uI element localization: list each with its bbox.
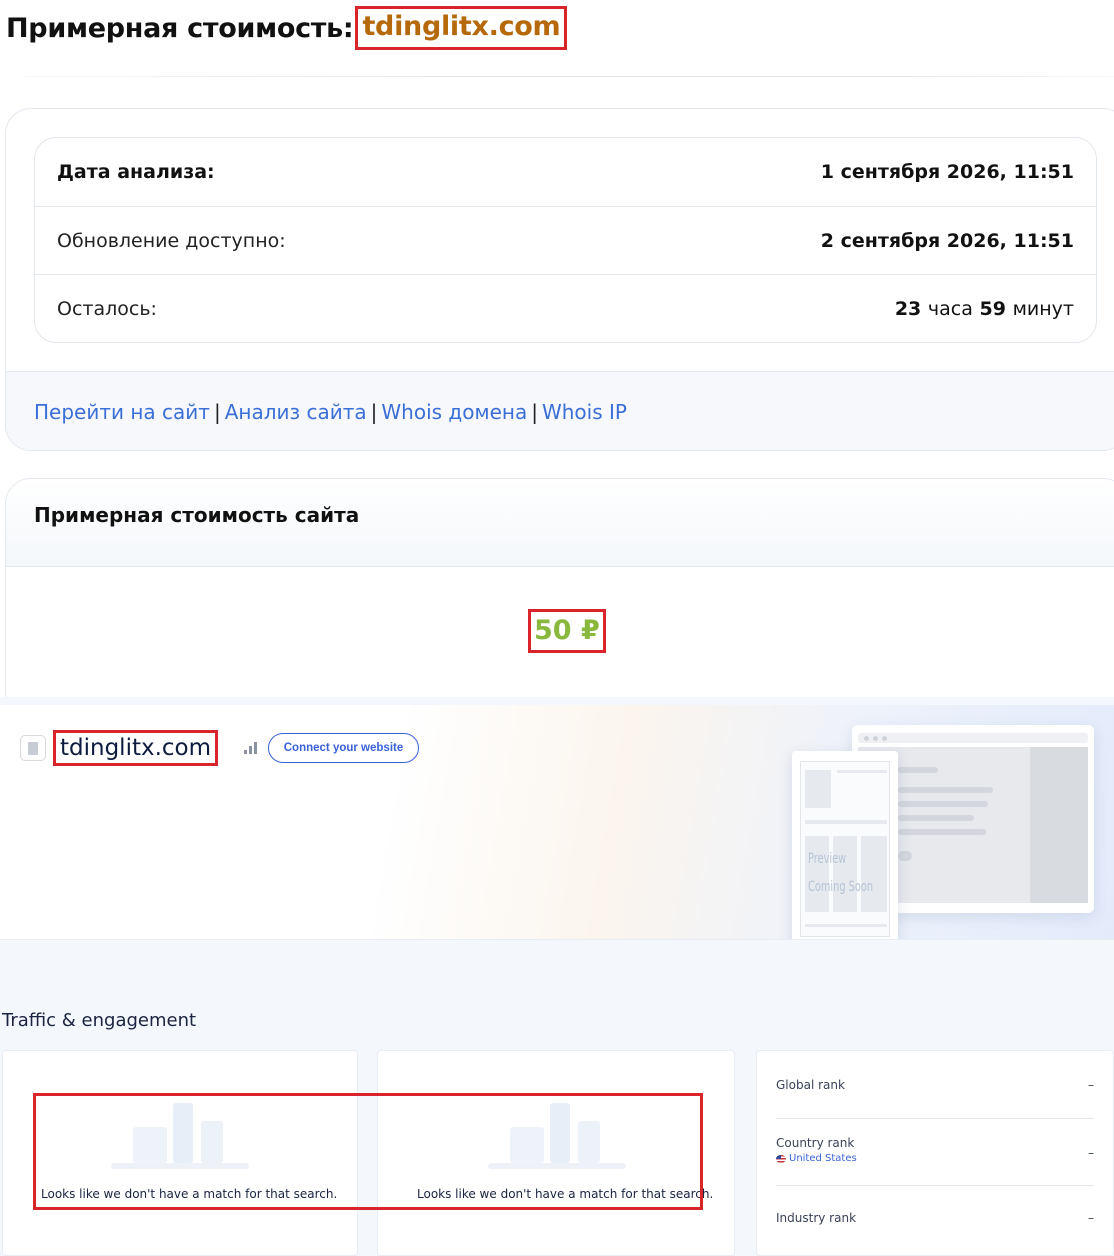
valuation-price: 50 ₽: [528, 609, 606, 653]
link-site-analysis[interactable]: Анализ сайта: [225, 400, 367, 424]
page-title: Примерная стоимость: tdinglitx.com: [6, 6, 568, 50]
industry-rank-value: –: [1088, 1211, 1094, 1225]
us-flag-icon: [776, 1154, 786, 1163]
site-overview-panel: tdinglitx.com Connect your website Previ…: [0, 697, 1114, 1256]
link-separator: |: [531, 400, 538, 424]
analysis-row-remaining: Осталось: 23 часа 59 минут: [35, 274, 1096, 342]
remaining-minutes: 59: [979, 297, 1006, 320]
link-whois-domain[interactable]: Whois домена: [381, 400, 527, 424]
update-available-label: Обновление доступно:: [57, 229, 286, 252]
update-available-value: 2 сентября 2026, 11:51: [820, 229, 1074, 252]
site-links: Перейти на сайт | Анализ сайта | Whois домен…: [6, 371, 1114, 450]
remaining-hours-unit: часа: [927, 297, 973, 320]
rank-card: Global rank – Country rank – United Stat…: [756, 1050, 1114, 1256]
traffic-title: Traffic & engagement: [2, 1010, 197, 1031]
link-separator: |: [213, 400, 221, 424]
link-go-to-site[interactable]: Перейти на сайт: [34, 400, 210, 424]
connect-website-button[interactable]: Connect your website: [268, 733, 419, 763]
rank-divider: [776, 1118, 1094, 1119]
remaining-hours: 23: [894, 297, 922, 320]
bars-icon: [244, 740, 260, 754]
site-overview-hero: tdinglitx.com Connect your website Previ…: [0, 705, 1114, 940]
site-domain: tdinglitx.com: [53, 730, 219, 766]
preview-coming-soon: Preview Coming Soon: [808, 845, 873, 901]
annotation-box: [33, 1093, 703, 1210]
analysis-row-date: Дата анализа: 1 сентября 2026, 11:51: [35, 138, 1096, 206]
global-rank-label: Global rank: [776, 1078, 845, 1092]
country-rank-row: Country rank – United States: [776, 1136, 1094, 1164]
page: Примерная стоимость: tdinglitx.com Дата …: [0, 0, 1114, 1256]
analysis-table: Дата анализа: 1 сентября 2026, 11:51 Обн…: [34, 137, 1097, 343]
preview-line2: Coming Soon: [808, 879, 874, 895]
page-title-prefix: Примерная стоимость:: [6, 12, 354, 44]
analysis-row-update: Обновление доступно: 2 сентября 2026, 11…: [35, 206, 1096, 274]
remaining-label: Осталось:: [57, 297, 157, 320]
link-whois-ip[interactable]: Whois IP: [542, 400, 627, 424]
file-icon: [20, 735, 46, 761]
remaining-value: 23 часа 59 минут: [895, 298, 1074, 320]
page-title-domain: tdinglitx.com: [355, 6, 568, 50]
country-rank-value: –: [1088, 1146, 1094, 1160]
country-selector[interactable]: United States: [776, 1153, 1094, 1164]
rank-divider: [776, 1185, 1094, 1186]
industry-rank-row: Industry rank –: [776, 1211, 1094, 1225]
analysis-date-value: 1 сентября 2026, 11:51: [820, 161, 1074, 183]
analysis-date-label: Дата анализа:: [57, 161, 215, 183]
remaining-minutes-unit: минут: [1012, 297, 1074, 320]
country-rank-label: Country rank: [776, 1136, 855, 1150]
title-divider: [24, 76, 1114, 77]
industry-rank-label: Industry rank: [776, 1211, 857, 1225]
global-rank-row: Global rank –: [776, 1078, 1094, 1092]
valuation-card: Примерная стоимость сайта 50 ₽: [5, 478, 1114, 718]
valuation-heading: Примерная стоимость сайта: [6, 479, 1114, 567]
preview-line1: Preview: [808, 851, 847, 867]
analysis-card: Дата анализа: 1 сентября 2026, 11:51 Обн…: [5, 108, 1114, 451]
global-rank-value: –: [1088, 1078, 1094, 1092]
link-separator: |: [370, 400, 378, 424]
country-name: United States: [789, 1153, 857, 1164]
